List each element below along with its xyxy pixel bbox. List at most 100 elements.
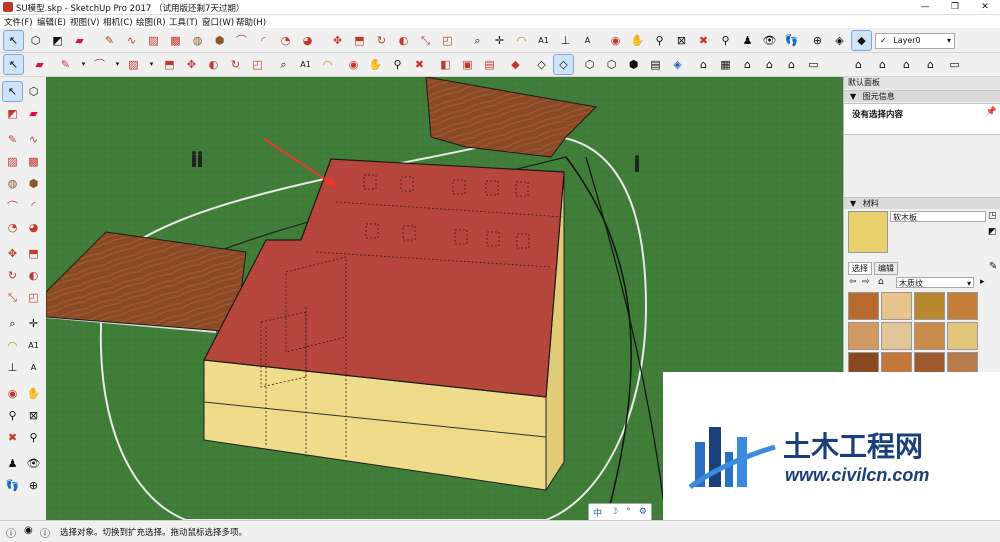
select-icon[interactable]: ↖	[3, 54, 24, 75]
zoom-icon[interactable]: ⚲	[3, 406, 22, 425]
component-icon[interactable]: ◆	[506, 55, 525, 74]
status-info-icon[interactable]: ⓘ	[6, 525, 16, 540]
material-name-field[interactable]: 软木板	[890, 211, 986, 222]
pan-icon[interactable]: ✋	[366, 55, 385, 74]
material-swatch[interactable]	[914, 292, 945, 320]
circle-icon[interactable]: ◍	[3, 174, 22, 193]
dot-icon[interactable]: °	[626, 507, 631, 517]
axes-icon[interactable]: ⊥	[3, 358, 22, 377]
tape-measure-icon[interactable]: ⌕	[468, 31, 487, 50]
pan-icon[interactable]: ✋	[628, 31, 647, 50]
move-icon[interactable]: ✥	[3, 244, 22, 263]
make-component-icon[interactable]: ⬡	[26, 31, 45, 50]
walk-icon[interactable]: 👣	[782, 31, 801, 50]
geolocation-icon[interactable]: ◉	[24, 525, 33, 536]
orbit-icon[interactable]: ◉	[3, 384, 22, 403]
material-swatch[interactable]	[914, 322, 945, 350]
position-camera-icon[interactable]: ♟	[3, 454, 22, 473]
zoom-extents-icon[interactable]: ✖	[694, 31, 713, 50]
protractor-icon[interactable]: ◠	[512, 31, 531, 50]
arc-icon[interactable]: ⌒	[232, 31, 251, 50]
rectangle-icon[interactable]: ▨	[3, 152, 22, 171]
rectangle-icon[interactable]: ▨	[144, 31, 163, 50]
protractor-icon[interactable]: ◠	[318, 55, 337, 74]
back-arrow-icon[interactable]: ⇦	[849, 277, 857, 287]
zoom-extents-icon[interactable]: ✖	[410, 55, 429, 74]
layer-dropdown[interactable]: ✓ Layer0 ▾	[875, 33, 955, 49]
text-icon[interactable]: A1	[534, 31, 553, 50]
offset-icon[interactable]: ◰	[248, 55, 267, 74]
pie-icon[interactable]: ◕	[24, 218, 43, 237]
face-style-icon[interactable]: ⌂	[921, 55, 940, 74]
tape-measure-icon[interactable]: ⌕	[274, 55, 293, 74]
settings-gear-icon[interactable]: ⚙	[639, 507, 647, 517]
follow-me-icon[interactable]: ◐	[204, 55, 223, 74]
view-mini-controls[interactable]: 中 ☽ ° ⚙	[588, 503, 652, 520]
pencil-icon[interactable]: ✎	[3, 130, 22, 149]
move-icon[interactable]: ✥	[328, 31, 347, 50]
eyedropper-icon[interactable]: ✎	[989, 261, 997, 272]
arc-icon[interactable]: ⌒	[90, 55, 109, 74]
make-component-icon[interactable]: ⬡	[24, 82, 43, 101]
pie-icon[interactable]: ◔	[276, 31, 295, 50]
menu-window[interactable]: 窗口(W)	[202, 16, 234, 28]
create-material-icon[interactable]: ◳	[988, 211, 997, 221]
back-edges-icon[interactable]: ◇	[553, 54, 574, 75]
xray-icon[interactable]: ◇	[532, 55, 551, 74]
axes-icon[interactable]: ⊥	[556, 31, 575, 50]
select-icon[interactable]: ↖	[2, 81, 23, 102]
follow-me-icon[interactable]: ◐	[24, 266, 43, 285]
display-section-icon[interactable]: ◈	[830, 31, 849, 50]
rotated-rectangle-icon[interactable]: ▩	[24, 152, 43, 171]
left-view-icon[interactable]: ▭	[804, 55, 823, 74]
menu-help[interactable]: 帮助(H)	[236, 16, 266, 28]
sample-paint-icon[interactable]: ◩	[988, 227, 997, 237]
offset-icon[interactable]: ◰	[24, 288, 43, 307]
menu-view[interactable]: 视图(V)	[70, 16, 99, 28]
two-point-arc-icon[interactable]: ◜	[24, 196, 43, 215]
hidden-line-icon[interactable]: ⬡	[602, 55, 621, 74]
pie-arc-icon[interactable]: ◕	[298, 31, 317, 50]
material-swatch[interactable]	[881, 292, 912, 320]
rotate-icon[interactable]: ↻	[3, 266, 22, 285]
zoom-extents-icon[interactable]: ✖	[3, 428, 22, 447]
tab-edit[interactable]: 编辑	[874, 262, 898, 275]
minimize-button[interactable]: —	[910, 0, 940, 14]
follow-me-icon[interactable]: ◐	[394, 31, 413, 50]
rotate-icon[interactable]: ↻	[226, 55, 245, 74]
shaded-textures-icon[interactable]: ▤	[646, 55, 665, 74]
freehand-icon[interactable]: ∿	[24, 130, 43, 149]
text-icon[interactable]: A1	[296, 55, 315, 74]
dimension-icon[interactable]: ✛	[24, 314, 43, 333]
tab-select[interactable]: 选择	[848, 262, 872, 275]
top-view-icon[interactable]: ▦	[716, 55, 735, 74]
pin-icon[interactable]: 📌	[986, 107, 997, 117]
text-icon[interactable]: A1	[24, 336, 43, 355]
rotate-icon[interactable]: ↻	[372, 31, 391, 50]
back-view-icon[interactable]: ⌂	[782, 55, 801, 74]
push-pull-icon[interactable]: ⬒	[24, 244, 43, 263]
edge-style-icon[interactable]: ⌂	[897, 55, 916, 74]
look-around-icon[interactable]: 👁	[760, 31, 779, 50]
entity-info-header[interactable]: ▼ 图元信息	[844, 90, 1000, 102]
material-swatch[interactable]	[947, 292, 978, 320]
previous-view-icon[interactable]: ⚲	[24, 428, 43, 447]
eraser-icon[interactable]: ▰	[24, 104, 43, 123]
walk-icon[interactable]: 👣	[3, 476, 22, 495]
rotated-rectangle-icon[interactable]: ▩	[166, 31, 185, 50]
materials-header[interactable]: ▼ 材料	[844, 197, 1000, 209]
right-view-icon[interactable]: ⌂	[760, 55, 779, 74]
look-around-icon[interactable]: 👁	[24, 454, 43, 473]
monochrome-icon[interactable]: ◈	[668, 55, 687, 74]
orbit-icon[interactable]: ◉	[344, 55, 363, 74]
material-swatch[interactable]	[947, 322, 978, 350]
pencil-icon[interactable]: ✎	[56, 55, 75, 74]
section-plane-icon[interactable]: ⊕	[808, 31, 827, 50]
eraser-icon[interactable]: ▰	[70, 31, 89, 50]
arc-icon[interactable]: ⌒	[3, 196, 22, 215]
material-swatch[interactable]	[848, 322, 879, 350]
forward-arrow-icon[interactable]: ⇨	[862, 277, 870, 287]
outliner-icon[interactable]: ▭	[945, 55, 964, 74]
material-swatch[interactable]	[848, 292, 879, 320]
mini-ctrl-lang[interactable]: 中	[593, 506, 602, 519]
